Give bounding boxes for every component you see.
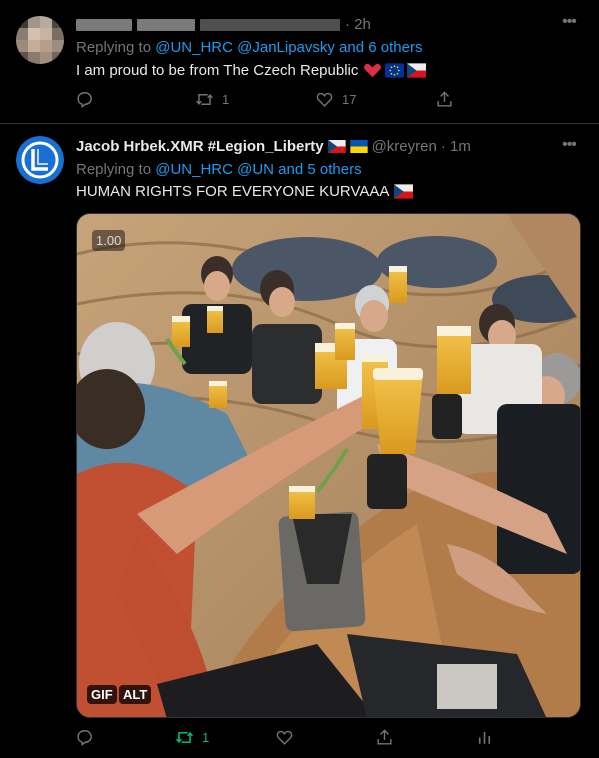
playback-speed[interactable]: 1.00 — [92, 230, 126, 251]
reply-icon — [77, 92, 92, 109]
replying-to: Replying to @UN_HRC @JanLipavsky and 6 o… — [76, 39, 422, 56]
red-heart-icon — [364, 63, 382, 78]
share-button[interactable] — [366, 728, 446, 747]
reply-icon — [77, 730, 92, 747]
more-options-icon[interactable]: ••• — [559, 14, 579, 35]
pixelated-avatar-image — [16, 16, 64, 64]
retweet-button[interactable]: 1 — [186, 90, 266, 109]
tweet-header: · 2h — [76, 16, 371, 33]
czech-flag-icon — [407, 63, 427, 78]
more-options-icon[interactable]: ••• — [559, 137, 579, 158]
tweet-header: Jacob Hrbek.XMR #Legion_Liberty @kreyren… — [76, 138, 471, 155]
retweet-count: 1 — [202, 730, 210, 745]
retweet-icon — [175, 731, 194, 744]
replying-to-link[interactable]: @UN_HRC @JanLipavsky and 6 others — [155, 39, 422, 56]
czech-flag-icon — [327, 140, 346, 153]
tweet-body: HUMAN RIGHTS FOR EVERYONE KURVAAA — [76, 183, 390, 200]
replying-to: Replying to @UN_HRC @UN and 5 others — [76, 161, 362, 178]
tweet-body: I am proud to be from The Czech Republic — [76, 62, 359, 79]
gif-badge: GIF — [87, 685, 117, 704]
gif-image-people-toasting-beer — [77, 214, 580, 717]
ukraine-flag-icon — [349, 140, 368, 153]
redacted-handle — [200, 18, 340, 31]
tweet[interactable]: · 2h ••• Replying to @UN_HRC @JanLipavsk… — [0, 0, 599, 124]
redacted-name — [76, 18, 132, 31]
gif-media[interactable]: 1.00 GIF ALT — [76, 213, 581, 718]
alt-text-button[interactable]: ALT — [119, 685, 152, 704]
retweet-button[interactable]: 1 — [166, 728, 246, 747]
czech-flag-icon — [394, 184, 414, 199]
analytics-icon — [478, 731, 491, 744]
tweet-text: HUMAN RIGHTS FOR EVERYONE KURVAAA — [76, 183, 414, 200]
like-count: 17 — [342, 92, 357, 107]
eu-flag-icon — [385, 63, 405, 78]
heart-icon — [316, 92, 333, 107]
replying-prefix: Replying to — [76, 39, 156, 56]
share-icon — [437, 91, 452, 107]
tweet-actions: 1 — [66, 728, 506, 747]
retweet-icon — [196, 94, 213, 105]
analytics-button[interactable] — [466, 728, 506, 747]
redacted-name — [137, 18, 195, 31]
share-button[interactable] — [426, 90, 506, 109]
heart-icon — [276, 730, 293, 745]
like-button[interactable] — [266, 728, 346, 747]
display-name[interactable]: Jacob Hrbek.XMR #Legion_Liberty — [76, 138, 324, 155]
tweet-timestamp[interactable]: · 2h — [345, 16, 371, 33]
tweet-actions: 1 17 — [66, 90, 506, 109]
avatar[interactable] — [16, 136, 64, 184]
share-icon — [377, 729, 392, 745]
reply-button[interactable] — [66, 90, 146, 109]
like-button[interactable]: 17 — [306, 90, 386, 109]
tweet-text: I am proud to be from The Czech Republic — [76, 62, 427, 79]
reply-button[interactable] — [66, 728, 146, 747]
retweet-count: 1 — [222, 92, 230, 107]
avatar[interactable] — [16, 16, 64, 64]
tweet-timestamp[interactable]: · 1m — [441, 138, 471, 155]
user-handle[interactable]: @kreyren — [372, 138, 437, 155]
legion-logo-icon — [16, 136, 64, 184]
replying-to-link[interactable]: @UN_HRC @UN and 5 others — [155, 161, 361, 178]
tweet[interactable]: Jacob Hrbek.XMR #Legion_Liberty @kreyren… — [0, 124, 599, 758]
replying-prefix: Replying to — [76, 161, 156, 178]
